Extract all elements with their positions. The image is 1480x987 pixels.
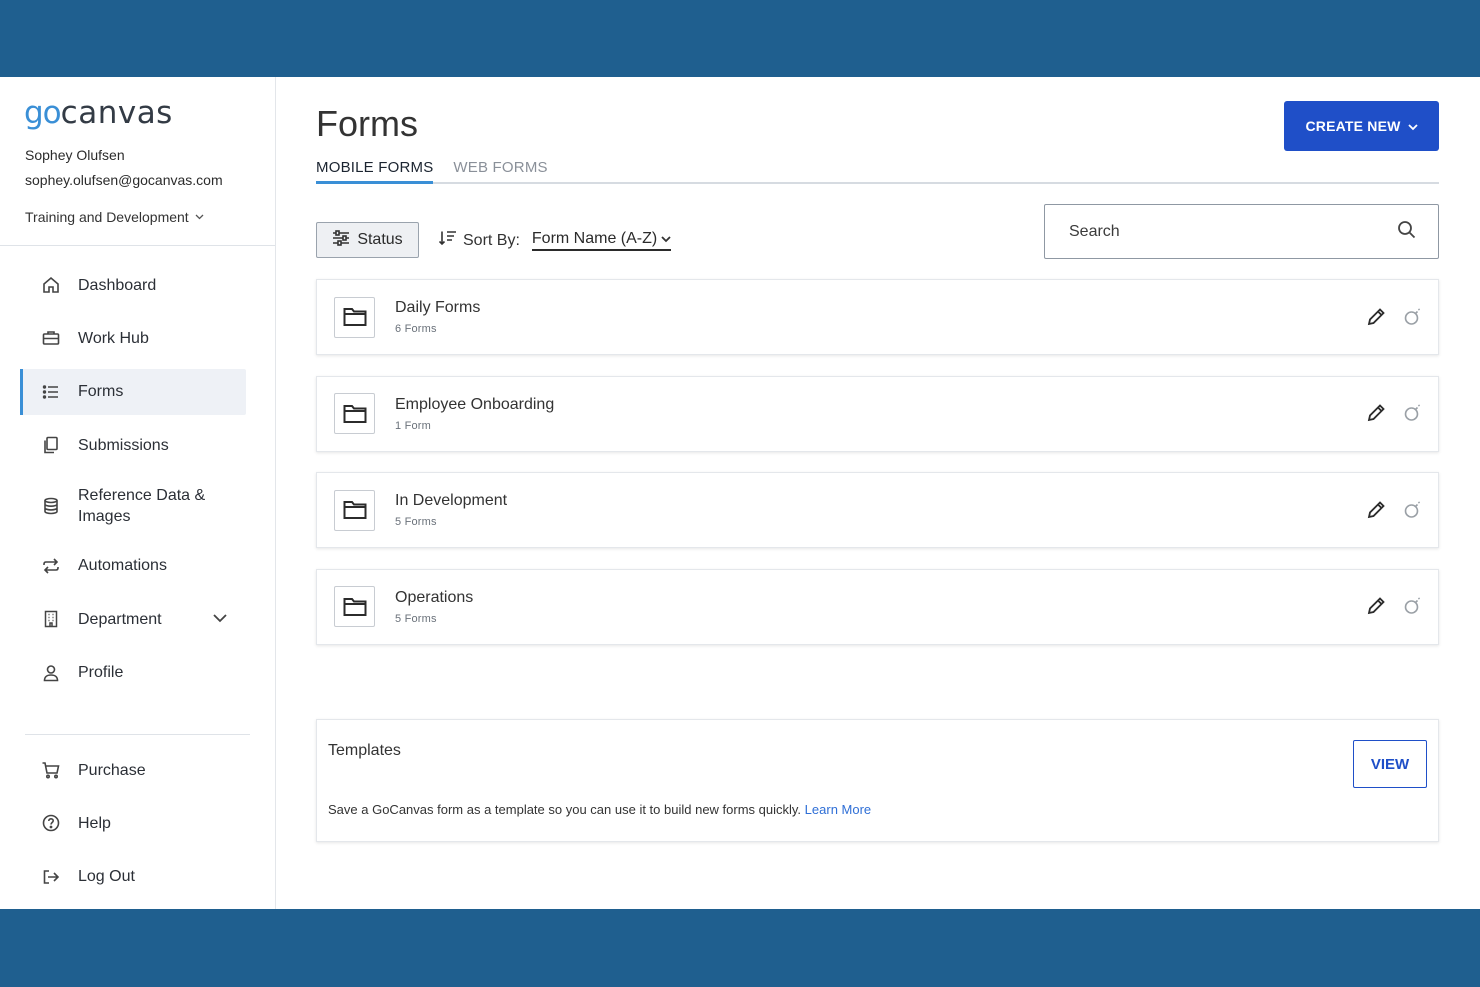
folder-name: In Development — [395, 492, 508, 509]
app-window: go canvas Sophey Olufsen sophey.olufsen@g… — [0, 77, 1480, 909]
sidebar-item-submissions[interactable]: Submissions — [20, 422, 246, 468]
folder-icon — [334, 489, 375, 531]
sidebar-item-label: Help — [78, 814, 111, 832]
folder-count: 5 Forms — [395, 516, 437, 528]
create-new-label: CREATE NEW — [1305, 118, 1401, 134]
sidebar-item-purchase[interactable]: Purchase — [20, 747, 246, 793]
folder-icon — [334, 393, 375, 434]
logo-canvas: canvas — [60, 95, 173, 131]
folder-icon — [334, 586, 375, 627]
sort-dropdown[interactable]: Form Name (A-Z) — [531, 230, 672, 251]
sidebar-item-label: Profile — [78, 664, 124, 682]
sidebar-item-label: Work Hub — [78, 329, 149, 347]
sidebar-nav: Dashboard Work Hub Forms Submissions Ref… — [20, 262, 246, 703]
folder-row[interactable]: Operations 5 Forms — [316, 568, 1439, 645]
sidebar-divider — [0, 245, 275, 246]
sidebar-item-label: Forms — [78, 383, 124, 401]
search-icon[interactable] — [1397, 220, 1416, 244]
folder-name: Operations — [395, 588, 474, 606]
sidebar-item-dashboard[interactable]: Dashboard — [20, 262, 246, 308]
user-name: Sophey Olufsen — [25, 147, 125, 163]
sidebar-item-help[interactable]: Help — [20, 800, 246, 846]
folder-count: 6 Forms — [395, 323, 437, 335]
edit-pencil-icon[interactable] — [1366, 306, 1386, 326]
sidebar-item-label: Automations — [78, 557, 167, 575]
sidebar-item-label: Purchase — [78, 761, 146, 779]
main-content: Forms CREATE NEW MOBILE FORMS WEB FORMS … — [316, 77, 1439, 909]
chevron-down-icon — [195, 212, 204, 223]
templates-description-text: Save a GoCanvas form as a template so yo… — [328, 802, 802, 817]
building-icon — [40, 608, 62, 630]
bomb-icon[interactable] — [1402, 306, 1422, 326]
sort-label: Sort By: — [463, 231, 520, 249]
folder-name: Daily Forms — [395, 299, 481, 316]
sort-control: Sort By: Form Name (A-Z) — [438, 230, 672, 251]
sidebar-item-profile[interactable]: Profile — [20, 650, 246, 696]
sidebar-item-label: Log Out — [78, 868, 135, 886]
tab-mobile-forms[interactable]: MOBILE FORMS — [316, 159, 434, 184]
user-email: sophey.olufsen@gocanvas.com — [25, 172, 223, 188]
user-icon — [40, 662, 62, 684]
folder-icon — [334, 296, 375, 338]
database-icon — [40, 495, 62, 517]
form-tabs: MOBILE FORMS WEB FORMS — [316, 159, 1439, 184]
templates-title: Templates — [328, 742, 401, 759]
sidebar-item-automations[interactable]: Automations — [20, 543, 246, 589]
chevron-down-icon — [661, 230, 671, 248]
folder-count: 1 Form — [395, 419, 432, 432]
sidebar: go canvas Sophey Olufsen sophey.olufsen@g… — [0, 77, 276, 909]
sidebar-divider — [25, 734, 250, 735]
list-icon — [40, 381, 62, 403]
logo-go: go — [24, 95, 62, 131]
briefcase-icon — [40, 327, 62, 349]
page-title: Forms — [316, 103, 418, 144]
sidebar-item-label: Dashboard — [78, 276, 157, 294]
folder-name: Employee Onboarding — [395, 395, 555, 413]
chevron-down-icon[interactable] — [212, 610, 228, 631]
sidebar-item-department[interactable]: Department — [20, 596, 246, 642]
search-input[interactable] — [1069, 222, 1397, 241]
gocanvas-logo[interactable]: go canvas — [24, 95, 173, 131]
sidebar-item-forms[interactable]: Forms — [20, 368, 246, 415]
edit-pencil-icon[interactable] — [1366, 596, 1386, 616]
folder-list: Daily Forms 6 Forms Employee Onboarding … — [316, 279, 1439, 665]
status-filter-button[interactable]: Status — [316, 222, 419, 258]
folder-row[interactable]: Employee Onboarding 1 Form — [316, 375, 1439, 452]
department-label: Training and Development — [25, 209, 189, 225]
bomb-icon[interactable] — [1402, 499, 1422, 519]
create-new-button[interactable]: CREATE NEW — [1284, 101, 1439, 151]
sidebar-item-work-hub[interactable]: Work Hub — [20, 315, 246, 361]
sidebar-secondary-nav: Purchase Help Log Out — [20, 747, 246, 907]
sidebar-item-label: Submissions — [78, 436, 169, 454]
logout-icon — [40, 866, 62, 888]
sidebar-item-logout[interactable]: Log Out — [20, 854, 246, 900]
edit-pencil-icon[interactable] — [1366, 403, 1386, 423]
home-icon — [40, 274, 62, 296]
folder-count: 5 Forms — [395, 612, 437, 625]
bomb-icon[interactable] — [1402, 403, 1422, 423]
templates-panel: Templates VIEW Save a GoCanvas form as a… — [316, 719, 1439, 842]
status-label: Status — [357, 231, 403, 248]
search-box — [1044, 204, 1439, 259]
bomb-icon[interactable] — [1402, 596, 1422, 616]
sort-icon — [438, 230, 457, 251]
templates-description: Save a GoCanvas form as a template so yo… — [328, 802, 871, 817]
sort-value: Form Name (A-Z) — [531, 230, 658, 247]
edit-pencil-icon[interactable] — [1366, 499, 1386, 519]
folder-row[interactable]: Daily Forms 6 Forms — [316, 279, 1439, 355]
tab-web-forms[interactable]: WEB FORMS — [453, 159, 547, 182]
department-selector[interactable]: Training and Development — [25, 209, 204, 225]
sidebar-item-label: Reference Data & Images — [78, 486, 206, 525]
cart-icon — [40, 759, 62, 781]
sidebar-item-label: Department — [78, 610, 162, 628]
repeat-icon — [40, 555, 62, 577]
learn-more-link[interactable]: Learn More — [805, 802, 871, 817]
sidebar-item-reference-data[interactable]: Reference Data & Images — [20, 476, 246, 536]
chevron-down-icon — [1407, 118, 1418, 134]
view-templates-button[interactable]: VIEW — [1353, 740, 1427, 788]
documents-icon — [40, 434, 62, 456]
folder-row[interactable]: In Development 5 Forms — [316, 472, 1439, 548]
sliders-icon — [332, 229, 350, 251]
help-icon — [40, 812, 62, 834]
